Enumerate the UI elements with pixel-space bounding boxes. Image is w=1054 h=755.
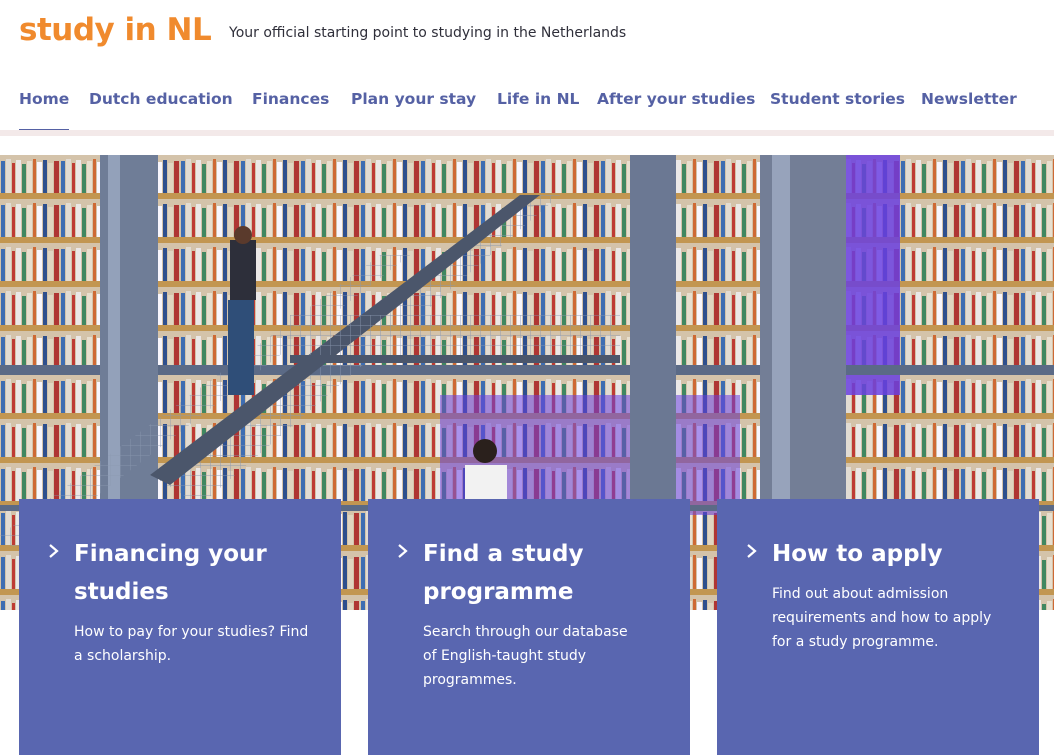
chevron-right-icon	[398, 544, 408, 558]
nav-item-life-in-nl[interactable]: Life in NL	[497, 90, 579, 108]
site-tagline: Your official starting point to studying…	[229, 25, 627, 41]
chevron-right-icon	[747, 544, 757, 558]
nav-item-newsletter[interactable]: Newsletter	[921, 90, 1017, 108]
nav-item-plan-your-stay[interactable]: Plan your stay	[351, 90, 476, 108]
card-how-to-apply[interactable]: How to apply Find out about admission re…	[717, 499, 1039, 755]
site-logo[interactable]: study in NL	[19, 12, 212, 48]
nav-item-home[interactable]: Home	[19, 90, 70, 135]
card-text: Find out about admission requirements an…	[772, 586, 992, 650]
card-financing[interactable]: Financing your studies How to pay for yo…	[19, 499, 341, 755]
main-nav: Home Dutch education Finances Plan your …	[0, 82, 1054, 136]
nav-item-finances[interactable]: Finances	[252, 90, 329, 108]
card-title: Find a study programme	[423, 541, 584, 605]
card-text: How to pay for your studies? Find a scho…	[74, 624, 309, 664]
card-title: Financing your studies	[74, 541, 267, 605]
card-title: How to apply	[772, 541, 943, 567]
chevron-right-icon	[49, 544, 59, 558]
site-header: study in NL Your official starting point…	[0, 0, 1054, 70]
card-find-programme[interactable]: Find a study programme Search through ou…	[368, 499, 690, 755]
nav-item-after-your-studies[interactable]: After your studies	[597, 90, 755, 108]
nav-item-dutch-education[interactable]: Dutch education	[89, 90, 233, 108]
feature-cards: Financing your studies How to pay for yo…	[0, 499, 1054, 755]
card-text: Search through our database of English-t…	[423, 624, 628, 688]
nav-item-student-stories[interactable]: Student stories	[770, 90, 905, 108]
nav-divider	[0, 130, 1054, 136]
